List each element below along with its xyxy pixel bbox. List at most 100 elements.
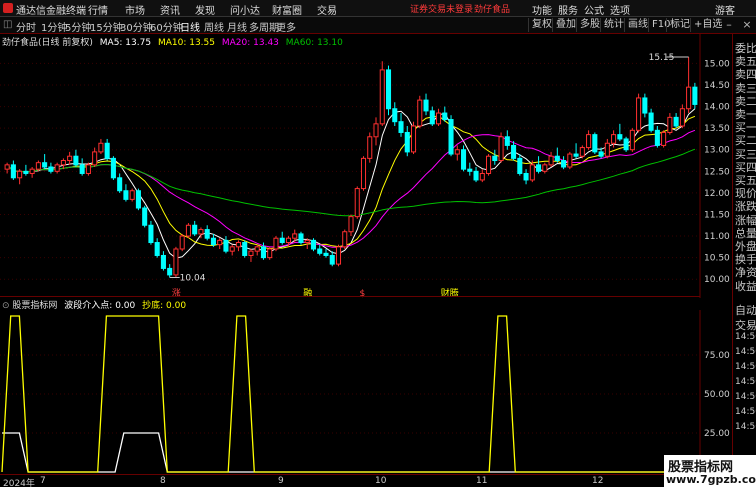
candlestick[interactable] xyxy=(4,162,10,174)
candlestick[interactable] xyxy=(48,162,54,174)
candlestick[interactable] xyxy=(673,113,679,129)
candlestick[interactable] xyxy=(98,138,104,155)
candlestick[interactable] xyxy=(60,158,66,170)
candlestick[interactable] xyxy=(42,154,48,170)
candlestick[interactable] xyxy=(486,154,492,176)
add-favorite-button[interactable]: +自选 xyxy=(690,18,725,32)
candlestick[interactable] xyxy=(586,130,592,150)
candlestick[interactable] xyxy=(473,167,479,183)
period-tab-intraday[interactable]: 分时 xyxy=(16,19,36,34)
menu-function[interactable]: 功能 xyxy=(532,2,552,17)
candlestick[interactable] xyxy=(667,113,673,135)
menu-discover[interactable]: 发现 xyxy=(195,2,215,17)
candlestick[interactable] xyxy=(185,223,191,239)
candlestick[interactable] xyxy=(354,186,360,219)
candlestick[interactable] xyxy=(117,173,123,193)
candlestick[interactable] xyxy=(692,82,698,109)
candlestick[interactable] xyxy=(160,251,166,271)
candlestick[interactable] xyxy=(29,167,35,178)
candlestick[interactable] xyxy=(67,151,73,165)
candlestick[interactable] xyxy=(617,123,623,142)
candlestick[interactable] xyxy=(267,246,273,260)
candlestick[interactable] xyxy=(173,246,179,278)
candlestick[interactable] xyxy=(204,225,210,241)
candlestick[interactable] xyxy=(604,138,610,159)
candlestick[interactable] xyxy=(636,93,642,133)
layout-toggle-icon[interactable]: ◫ xyxy=(3,19,12,30)
current-stock-link[interactable]: 劲仔食品 xyxy=(474,2,510,15)
candlestick[interactable] xyxy=(335,244,342,267)
candlestick[interactable] xyxy=(648,108,654,133)
candlestick[interactable] xyxy=(548,151,554,167)
menu-trade[interactable]: 交易 xyxy=(317,2,337,17)
candlestick[interactable] xyxy=(242,240,248,258)
draw-line-button[interactable]: 画线 xyxy=(624,18,651,32)
candlestick[interactable] xyxy=(423,93,429,116)
period-tab-weekly[interactable]: 周线 xyxy=(204,19,224,34)
indicator-chart[interactable]: 75.00 50.00 25.00 xyxy=(0,310,732,474)
menu-options[interactable]: 选项 xyxy=(610,2,630,17)
period-tab-1min[interactable]: 1分钟 xyxy=(41,19,67,34)
candlestick[interactable] xyxy=(323,249,329,258)
candlestick[interactable] xyxy=(623,136,629,152)
candlestick[interactable] xyxy=(661,130,667,148)
candlestick[interactable] xyxy=(17,169,23,185)
menu-market[interactable]: 市场 xyxy=(125,2,145,17)
close-icon[interactable]: × xyxy=(740,18,754,32)
candlestick[interactable] xyxy=(104,138,110,161)
candlestick[interactable] xyxy=(442,106,448,122)
multi-stock-button[interactable]: 多股 xyxy=(576,18,603,32)
candlestick[interactable] xyxy=(410,121,417,155)
candlestick[interactable] xyxy=(10,160,16,180)
stats-button[interactable]: 统计 xyxy=(600,18,627,32)
candlestick[interactable] xyxy=(417,95,423,129)
menu-service[interactable]: 服务 xyxy=(558,2,578,17)
candlestick[interactable] xyxy=(92,147,98,167)
candlestick[interactable] xyxy=(367,132,373,163)
candlestick[interactable] xyxy=(192,220,198,237)
menu-wealth-circle[interactable]: 财富圈 xyxy=(272,2,302,17)
adjust-button[interactable]: 复权 xyxy=(528,18,555,32)
menu-quotes[interactable]: 行情 xyxy=(88,2,108,17)
candlestick[interactable] xyxy=(498,132,504,163)
candlestick[interactable] xyxy=(467,162,473,176)
candlestick[interactable] xyxy=(398,113,404,137)
candlestick[interactable] xyxy=(217,238,223,249)
candlestick[interactable] xyxy=(511,141,517,161)
candlestick[interactable] xyxy=(448,115,454,157)
minimize-icon[interactable]: – xyxy=(722,18,736,32)
user-label[interactable]: 游客 xyxy=(715,2,735,17)
candlestick[interactable] xyxy=(154,238,160,258)
candlestick[interactable] xyxy=(348,214,354,237)
candlestick[interactable] xyxy=(461,145,467,172)
candlestick[interactable] xyxy=(379,61,385,126)
candlestick[interactable] xyxy=(298,231,304,245)
period-tab-30min[interactable]: 30分钟 xyxy=(120,19,153,34)
candlestick[interactable] xyxy=(592,132,598,155)
menu-formula[interactable]: 公式 xyxy=(584,2,604,17)
candlestick[interactable] xyxy=(561,156,567,170)
candlestick[interactable] xyxy=(542,162,548,174)
candlestick[interactable] xyxy=(254,244,260,256)
candlestick[interactable] xyxy=(273,236,279,252)
candlestick[interactable] xyxy=(360,156,367,191)
candlestick[interactable] xyxy=(454,145,460,161)
candlestick[interactable] xyxy=(342,229,348,249)
candlestick[interactable] xyxy=(85,162,91,176)
candlestick[interactable] xyxy=(629,128,635,152)
candlestick[interactable] xyxy=(517,154,523,176)
candlestick[interactable] xyxy=(110,156,116,180)
candlestick[interactable] xyxy=(148,220,154,245)
candlestick[interactable] xyxy=(492,149,498,165)
candlestick[interactable] xyxy=(167,264,173,278)
period-tab-15min[interactable]: 15分钟 xyxy=(90,19,123,34)
menu-wenxiaoda[interactable]: 问小达 xyxy=(230,2,260,17)
candlestick[interactable] xyxy=(404,126,410,157)
candlestick[interactable] xyxy=(73,149,79,167)
candlestick[interactable] xyxy=(23,164,29,176)
candlestick[interactable] xyxy=(504,130,510,150)
candlestick[interactable] xyxy=(679,104,685,129)
candlestick[interactable] xyxy=(279,231,285,245)
candlestick[interactable] xyxy=(248,249,254,262)
candlestick[interactable] xyxy=(310,238,317,252)
